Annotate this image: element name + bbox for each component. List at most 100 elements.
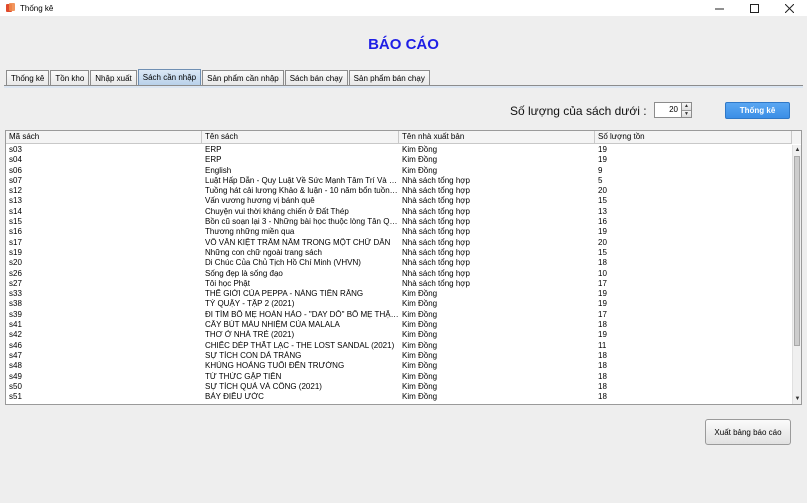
table-row[interactable]: s42 THƠ Ở NHÀ TRẺ (2021) Kim Đồng 19 (6, 330, 792, 340)
tab-4[interactable]: Sản phẩm cần nhập (202, 70, 284, 85)
table-cell: Di Chúc Của Chủ Tịch Hồ Chí Minh (VHVN) (205, 258, 361, 268)
table-cell: Nhà sách tổng hợp (402, 186, 470, 196)
table-cell: VÕ VĂN KIỆT TRĂM NĂM TRONG MỘT CHỮ DÂN (205, 237, 391, 247)
table-cell: 19 (598, 227, 607, 237)
table-cell: s14 (9, 206, 22, 216)
table-cell: s07 (9, 175, 22, 185)
table-row[interactable]: s27 Tôi học Phật Nhà sách tổng hợp 17 (6, 279, 792, 289)
table-row[interactable]: s46 CHIẾC DÉP THẤT LẠC - THE LOST SANDAL … (6, 341, 792, 351)
table-cell: Kim Đồng (402, 145, 438, 154)
table-cell: Kim Đồng (402, 155, 438, 165)
vertical-scrollbar[interactable]: ▲ ▼ (792, 145, 801, 404)
tab-1[interactable]: Tồn kho (50, 70, 90, 85)
table-cell: s26 (9, 268, 22, 278)
table-cell: BẢY ĐIỀU ƯỚC (205, 392, 264, 402)
table-cell: CÂY BÚT MÀU NHIỆM CỦA MALALA (205, 320, 340, 330)
table-cell: ERP (205, 145, 222, 154)
tab-0[interactable]: Thống kê (6, 70, 50, 85)
table-cell: Nhà sách tổng hợp (402, 227, 470, 237)
table-cell: 19 (598, 330, 607, 340)
scroll-thumb[interactable] (794, 156, 800, 346)
table-cell: Chuyện vui thời kháng chiến ở Đất Thép (205, 206, 349, 216)
table-row[interactable]: s13 Vấn vương hương vị bánh quê Nhà sách t… (6, 196, 792, 206)
spinner-value[interactable]: 20 (655, 103, 681, 117)
table-cell: TỪ THỨC GẶP TIÊN (205, 371, 282, 381)
table-row[interactable]: s20 Di Chúc Của Chủ Tịch Hồ Chí Minh (VHV… (6, 258, 792, 268)
table-cell: s50 (9, 381, 22, 391)
table-row[interactable]: s50 SỰ TÍCH QUẢ VÀ CÔNG (2021) Kim Đồng 18 (6, 382, 792, 392)
table-cell: 5 (598, 175, 603, 185)
table-cell: Nhà sách tổng hợp (402, 196, 470, 206)
minimize-button[interactable] (702, 0, 737, 16)
table-cell: s13 (9, 196, 22, 206)
table-row[interactable]: s38 TÝ QUẬY - TẬP 2 (2021) Kim Đồng 19 (6, 299, 792, 309)
table-cell: s46 (9, 340, 22, 350)
table-row[interactable]: s49 TỪ THỨC GẶP TIÊN Kim Đồng 18 (6, 372, 792, 382)
column-header[interactable]: Tên sách (202, 131, 399, 144)
tab-5[interactable]: Sách bán chạy (284, 70, 348, 85)
table-row[interactable]: s06 English Kim Đồng 9 (6, 166, 792, 176)
table-cell: 13 (598, 206, 607, 216)
spinner-down-icon[interactable]: ▼ (682, 110, 691, 117)
window-title: Thống kê (20, 3, 54, 13)
export-report-button[interactable]: Xuất bảng báo cáo (705, 419, 791, 445)
table-row[interactable]: s39 ĐI TÌM BỐ MẸ HOÀN HẢO - "DAY DỖ" BỐ M… (6, 310, 792, 320)
table-cell: Kim Đồng (402, 340, 438, 350)
tab-6[interactable]: Sản phẩm bán chạy (348, 70, 430, 85)
quantity-threshold-spinner[interactable]: 20 ▲ ▼ (654, 102, 692, 118)
table-cell: Thương những miền qua (205, 227, 295, 237)
table-cell: 18 (598, 258, 607, 268)
statistics-button[interactable]: Thống kê (725, 102, 790, 119)
table-cell: KHỦNG HOẢNG TUỔI ĐẾN TRƯỜNG (205, 361, 345, 371)
table-cell: SỰ TÍCH CON DẢ TRÀNG (205, 350, 302, 360)
table-row[interactable]: s14 Chuyện vui thời kháng chiến ở Đất Thé… (6, 207, 792, 217)
maximize-button[interactable] (737, 0, 772, 16)
column-header[interactable]: Số lượng tồn (595, 131, 792, 144)
table-cell: Kim Đồng (402, 165, 438, 175)
tab-2[interactable]: Nhập xuất (90, 70, 137, 85)
table-cell: Những con chữ ngoài trang sách (205, 247, 323, 257)
table-row[interactable]: s26 Sống đẹp là sống đạo Nhà sách tổng hợp… (6, 269, 792, 279)
table-row[interactable]: s04 ERP Kim Đồng 19 (6, 155, 792, 165)
table-cell: SỰ TÍCH QUẢ VÀ CÔNG (2021) (205, 381, 322, 391)
table-row[interactable]: s47 SỰ TÍCH CON DẢ TRÀNG Kim Đồng 18 (6, 351, 792, 361)
table-row[interactable]: s41 CÂY BÚT MÀU NHIỆM CỦA MALALA Kim Đồng 1… (6, 320, 792, 330)
table-cell: s20 (9, 258, 22, 268)
table-cell: 19 (598, 155, 607, 165)
column-header[interactable]: Mã sách (6, 131, 202, 144)
table-row[interactable]: s12 Tuồng hát cải lương Khảo & luận - 10 … (6, 186, 792, 196)
table-cell: Sống đẹp là sống đạo (205, 268, 283, 278)
table-cell: 18 (598, 392, 607, 402)
table-row[interactable]: s15 Bồn cũ soạn lại 3 - Những bài học thu… (6, 217, 792, 227)
spinner-up-icon[interactable]: ▲ (682, 103, 691, 111)
table-cell: ERP (205, 155, 222, 165)
table-row[interactable]: s19 Những con chữ ngoài trang sách Nhà sác… (6, 248, 792, 258)
table-cell: THƠ Ở NHÀ TRẺ (2021) (205, 330, 295, 340)
table-cell: s33 (9, 289, 22, 299)
table-cell: 17 (598, 309, 607, 319)
tab-3[interactable]: Sách cần nhập (137, 69, 202, 85)
table-cell: 18 (598, 371, 607, 381)
table-cell: Nhà sách tổng hợp (402, 237, 470, 247)
close-button[interactable] (772, 0, 807, 16)
column-header[interactable]: Tên nhà xuất bản (399, 131, 595, 144)
table-row[interactable]: s03 ERP Kim Đồng 19 (6, 145, 792, 155)
table-row[interactable]: s07 Luật Hấp Dẫn - Quy Luật Về Sức Mạnh T… (6, 176, 792, 186)
header-corner (792, 131, 801, 144)
table-row[interactable]: s48 KHỦNG HOẢNG TUỔI ĐẾN TRƯỜNG Kim Đồng 18 (6, 361, 792, 371)
table-cell: Tuồng hát cải lương Khảo & luận - 10 năm… (205, 186, 399, 196)
table-cell: 11 (598, 340, 607, 350)
scroll-up-icon[interactable]: ▲ (793, 145, 801, 155)
report-title: BÁO CÁO (368, 36, 439, 53)
table-row[interactable]: s17 VÕ VĂN KIỆT TRĂM NĂM TRONG MỘT CHỮ DÂ… (6, 238, 792, 248)
table-cell: s47 (9, 350, 22, 360)
table-cell: 18 (598, 381, 607, 391)
table-row[interactable]: s33 THẾ GIỚI CỦA PEPPA - NÀNG TIÊN RĂNG Ki… (6, 289, 792, 299)
table-cell: s12 (9, 186, 22, 196)
table-row[interactable]: s16 Thương những miền qua Nhà sách tổng hợ… (6, 227, 792, 237)
books-table: Mã sách Tên sách Tên nhà xuất bản Số lượng … (5, 130, 802, 405)
table-cell: s48 (9, 361, 22, 371)
title-bar: Thống kê (0, 0, 807, 16)
table-row[interactable]: s51 BẢY ĐIỀU ƯỚC Kim Đồng 18 (6, 392, 792, 402)
scroll-down-icon[interactable]: ▼ (793, 394, 801, 404)
